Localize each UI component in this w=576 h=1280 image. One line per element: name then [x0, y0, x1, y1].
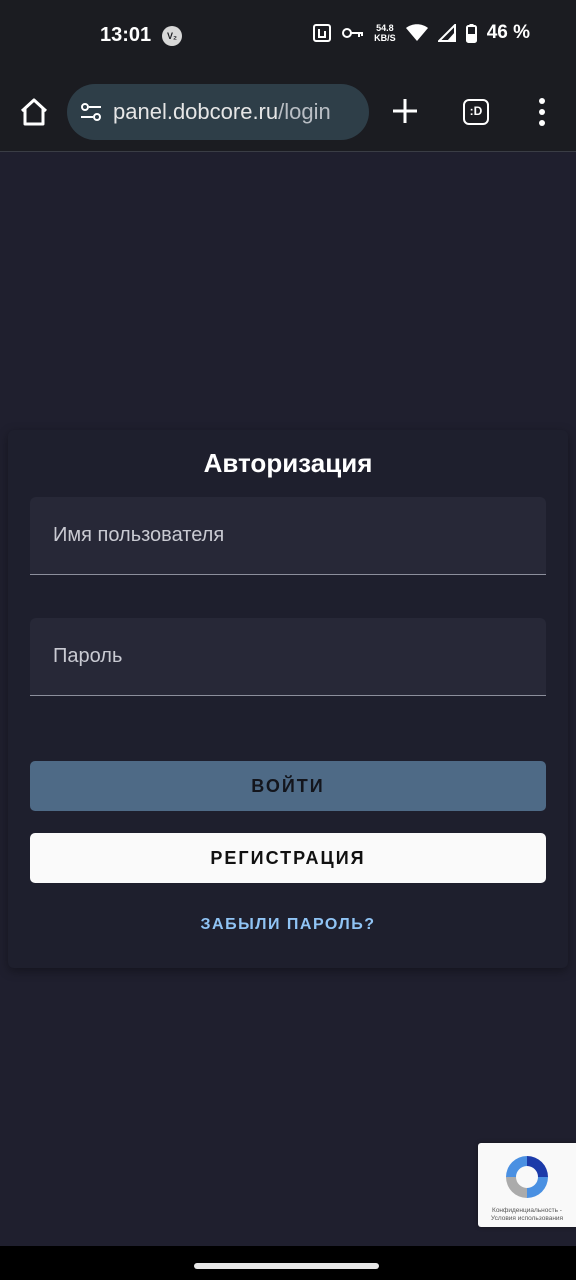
nfc-icon: [313, 24, 332, 42]
status-bar: 13:01 V₂ 54.8 KB/S 46 %: [0, 0, 576, 76]
forgot-password-link[interactable]: ЗАБЫЛИ ПАРОЛЬ?: [8, 916, 568, 934]
network-speed-value: 54.8: [376, 23, 394, 33]
login-card: Авторизация ВОЙТИ РЕГИСТРАЦИЯ ЗАБЫЛИ ПАР…: [8, 430, 568, 968]
wifi-icon: [405, 24, 428, 41]
signal-icon: [437, 24, 456, 42]
site-settings-icon[interactable]: [79, 100, 103, 124]
battery-percent: 46 %: [486, 22, 530, 43]
home-icon[interactable]: [18, 96, 50, 128]
recaptcha-icon: [506, 1156, 548, 1198]
recaptcha-terms-link[interactable]: Условия использования: [491, 1215, 563, 1222]
recaptcha-badge[interactable]: Конфиденциальность - Условия использован…: [478, 1143, 576, 1227]
gesture-handle[interactable]: [194, 1263, 379, 1269]
status-indicators: 54.8 KB/S 46 %: [312, 22, 530, 44]
url-path: /login: [278, 99, 331, 124]
url-text: panel.dobcore.ru/login: [113, 99, 331, 125]
username-field-container: [30, 497, 546, 575]
recaptcha-links: Конфиденциальность - Условия использован…: [478, 1207, 576, 1223]
navigation-bar: [0, 1246, 576, 1280]
url-host: panel.dobcore.ru: [113, 99, 279, 124]
recaptcha-separator: -: [557, 1207, 562, 1214]
plus-icon[interactable]: [390, 96, 420, 126]
page-title: Авторизация: [203, 448, 373, 478]
password-field-container: [30, 618, 546, 696]
address-bar[interactable]: panel.dobcore.ru/login: [67, 84, 369, 140]
more-vert-icon[interactable]: [532, 96, 552, 128]
network-speed-unit: KB/S: [374, 33, 396, 43]
recaptcha-privacy-link[interactable]: Конфиденциальность: [492, 1207, 558, 1214]
password-input[interactable]: [30, 618, 546, 695]
status-time: 13:01: [100, 24, 152, 46]
vpn-key-icon: [342, 28, 364, 38]
browser-toolbar: panel.dobcore.ru/login :D: [0, 76, 576, 152]
register-button[interactable]: РЕГИСТРАЦИЯ: [30, 833, 546, 883]
username-input[interactable]: [30, 497, 546, 574]
battery-icon: [465, 23, 477, 43]
login-button[interactable]: ВОЙТИ: [30, 761, 546, 811]
tab-switcher-icon[interactable]: :D: [463, 99, 489, 125]
network-speed: 54.8 KB/S: [374, 23, 396, 43]
vpn-badge-icon: V₂: [162, 26, 182, 46]
